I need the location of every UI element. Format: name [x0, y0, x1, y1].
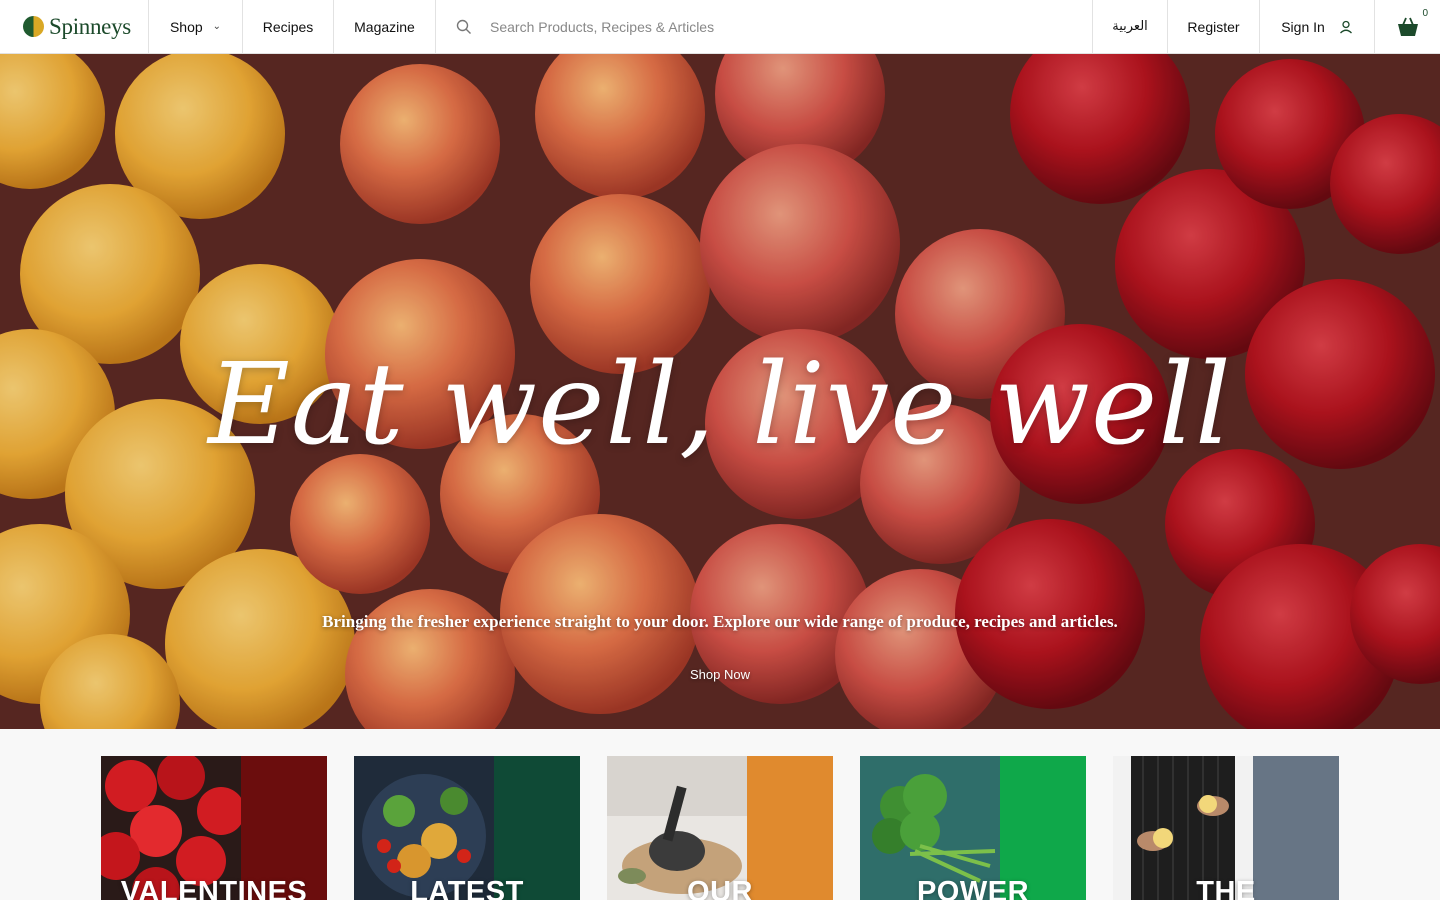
nav-shop-label: Shop [169, 18, 203, 35]
sign-in-label: Sign In [1281, 18, 1325, 35]
nav-recipes-label: Recipes [262, 18, 314, 35]
card-label: OUR [687, 876, 753, 900]
brand-name: Spinneys [49, 13, 131, 39]
basket-icon [1397, 17, 1418, 36]
nav-magazine-label: Magazine [354, 18, 415, 35]
hero-subtitle: Bringing the fresher experience straight… [322, 612, 1118, 631]
card-valentines[interactable]: VALENTINES [101, 756, 327, 900]
card-latest[interactable]: LATEST [354, 756, 580, 900]
card-label: POWER [916, 876, 1030, 900]
card-label: VALENTINES [120, 876, 308, 900]
sign-in-link[interactable]: Sign In [1260, 0, 1375, 53]
hero-title: Eat well, live well [208, 340, 1232, 470]
basket-count: 0 [1422, 8, 1428, 19]
spinneys-leaf-icon [23, 16, 44, 37]
card-label: LATEST [410, 876, 524, 900]
chevron-down-icon: ⌄ [212, 21, 222, 32]
card-label: THE [1196, 876, 1256, 900]
shop-now-button[interactable]: Shop Now [670, 667, 770, 682]
nav-recipes[interactable]: Recipes [243, 0, 334, 53]
search-input[interactable] [490, 18, 990, 35]
language-label: العربية [1112, 19, 1148, 34]
user-icon [1339, 20, 1352, 33]
basket-button[interactable]: 0 [1375, 0, 1440, 53]
register-link[interactable]: Register [1168, 0, 1260, 53]
card-power[interactable]: POWER [860, 756, 1086, 900]
card-our[interactable]: OUR [607, 756, 833, 900]
language-switch[interactable]: العربية [1093, 0, 1168, 53]
register-label: Register [1187, 18, 1240, 35]
card-the[interactable]: THE [1113, 756, 1339, 900]
nav-magazine[interactable]: Magazine [334, 0, 436, 53]
search-bar [436, 0, 1093, 53]
site-header: Spinneys Shop ⌄ Recipes Magazine العربية… [0, 0, 1440, 54]
logo[interactable]: Spinneys [0, 0, 149, 53]
nav-shop[interactable]: Shop ⌄ [149, 0, 243, 53]
search-icon[interactable] [456, 19, 472, 35]
hero-banner: Eat well, live well Bringing the fresher… [0, 54, 1440, 729]
category-cards: VALENTINES LATEST OUR POWER THE [101, 756, 1339, 900]
